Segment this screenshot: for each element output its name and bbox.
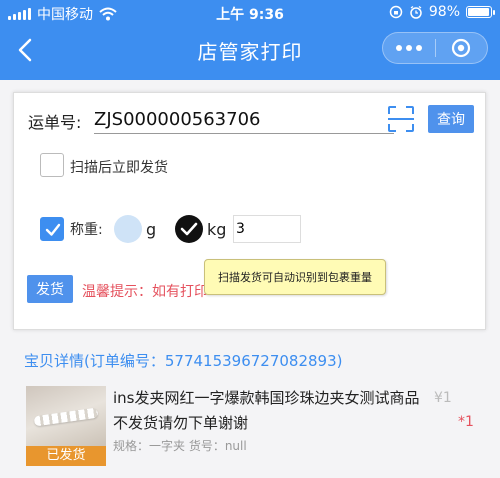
goods-detail-title: 宝贝详情(订单编号：577415396727082893) [24,352,343,370]
battery-percent: 98% [428,4,460,20]
warm-tip-text: 温馨提示：如有打印 [82,284,208,300]
unit-g-radio[interactable] [114,215,142,243]
hair-clip-image [33,407,99,427]
scan-icon[interactable] [387,105,415,133]
goods-quantity: *1 [458,414,474,430]
alarm-icon [410,5,422,19]
goods-thumbnail[interactable]: 已发货 [26,386,106,466]
weight-tooltip: 扫描发货可自动识别到包裹重量 [204,259,386,295]
weigh-checkbox[interactable] [40,217,64,241]
lock-rotation-icon [389,5,403,19]
checkmark-icon [180,222,198,236]
checkmark-icon [45,223,61,236]
query-button[interactable]: 查询 [428,105,474,133]
goods-spec: 规格：一字夹 货号：null [113,439,247,453]
more-button[interactable] [383,32,435,64]
unit-kg-label: kg [207,220,227,239]
shipped-badge: 已发货 [26,446,106,466]
waybill-input[interactable] [94,106,394,134]
target-circle-icon [452,38,471,58]
unit-kg-radio[interactable] [175,215,203,243]
goods-name: ins发夹网红一字爆款韩国珍珠边夹女测试商品不发货请勿下单谢谢 [113,389,420,432]
waybill-label: 运单号: [28,113,82,132]
weigh-label: 称重: [70,222,103,238]
status-bar: 中国移动 上午 9:36 98% [0,0,500,26]
ship-after-scan-checkbox[interactable] [40,153,64,177]
shipping-form-card: 运单号: 查询 扫描后立即发货 称重: g kg 发货 温馨提示：如有打印 扫描… [13,92,486,330]
weight-input[interactable] [233,215,301,243]
close-mini-program-button[interactable] [435,32,487,64]
battery-icon [466,6,495,18]
ship-after-scan-label: 扫描后立即发货 [70,160,168,176]
goods-price: ¥1 [434,390,452,406]
nav-header: 中国移动 上午 9:36 98% 店管家打印 [0,0,500,80]
mini-program-capsule [382,32,488,64]
ship-button[interactable]: 发货 [27,275,73,303]
unit-g-label: g [146,220,157,239]
